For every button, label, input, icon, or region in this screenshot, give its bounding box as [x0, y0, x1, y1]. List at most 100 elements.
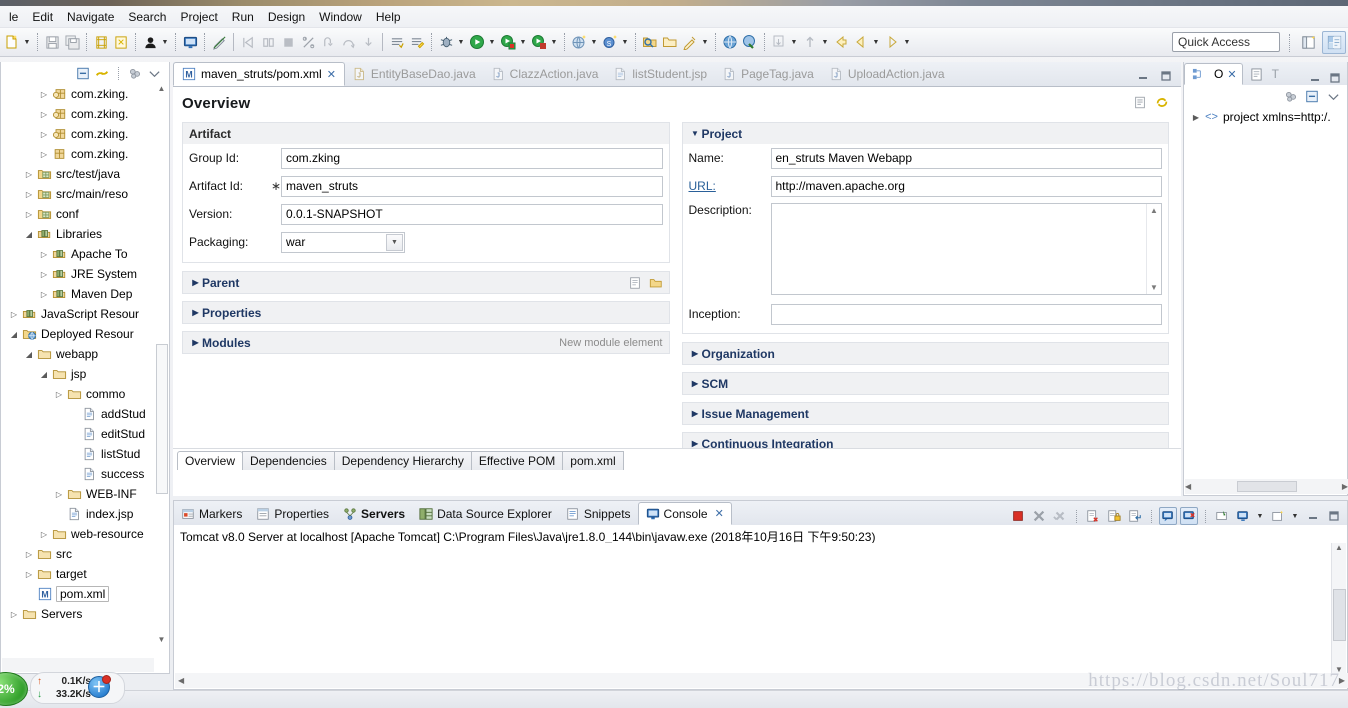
user-dropdown-icon[interactable]: ▼	[160, 33, 170, 51]
new-web-project-icon[interactable]	[570, 33, 588, 51]
build-icon[interactable]	[112, 33, 130, 51]
section-header-parent[interactable]: ▶ Parent	[183, 272, 669, 293]
tree-item[interactable]: ▷ commo	[1, 384, 169, 404]
scrollbar-thumb[interactable]	[1332, 589, 1346, 641]
page-tab-effective-pom[interactable]: Effective POM	[470, 451, 564, 470]
step-return-icon[interactable]	[319, 33, 337, 51]
menu-item-run[interactable]: Run	[225, 7, 261, 27]
maximize-icon[interactable]	[1325, 507, 1343, 525]
close-icon[interactable]: ✕	[327, 68, 336, 81]
project-url-link[interactable]: URL:	[689, 179, 771, 193]
chevron-right-icon[interactable]: ▷	[37, 264, 51, 284]
run-as-web-icon[interactable]	[530, 33, 548, 51]
skip-breakpoints-icon[interactable]	[299, 33, 317, 51]
chevron-down-icon[interactable]: ▼	[689, 129, 702, 138]
menu-item-le[interactable]: le	[2, 7, 25, 27]
outline-row[interactable]: ▶ <> project xmlns=http:/.	[1184, 107, 1347, 127]
step-into-icon[interactable]	[359, 33, 377, 51]
step-over-icon[interactable]	[339, 33, 357, 51]
chevron-right-icon[interactable]: ▶	[689, 409, 702, 418]
tree-item[interactable]: Mpom.xml	[1, 584, 169, 604]
menu-item-design[interactable]: Design	[261, 7, 312, 27]
display-console-dropdown-icon[interactable]: ▼	[1255, 507, 1265, 525]
chevron-right-icon[interactable]: ▷	[37, 244, 51, 264]
minimize-icon[interactable]	[1304, 507, 1322, 525]
tree-item[interactable]: ▷ src	[1, 544, 169, 564]
coverage-icon[interactable]	[388, 33, 406, 51]
chevron-right-icon[interactable]: ▶	[689, 379, 702, 388]
console-tab-markers[interactable]: Markers	[174, 502, 249, 525]
menu-item-search[interactable]: Search	[121, 7, 173, 27]
tree-item[interactable]: ◢ jsp	[1, 364, 169, 384]
editor-tab-liststudent.jsp[interactable]: listStudent.jsp	[606, 62, 715, 86]
maximize-icon[interactable]	[1159, 69, 1173, 83]
console-vscrollbar[interactable]: ▲ ▼	[1331, 543, 1346, 674]
project-description-textarea[interactable]: ▲ ▼	[770, 203, 1162, 295]
user-icon[interactable]	[141, 33, 159, 51]
page-tab-pom-xml[interactable]: pom.xml	[562, 451, 624, 470]
view-menu-icon[interactable]	[1326, 89, 1340, 103]
network-percent-badge[interactable]: 2%	[0, 672, 28, 706]
run-as-server-icon[interactable]	[499, 33, 517, 51]
new-java-class-dropdown-icon[interactable]: ▼	[620, 33, 630, 51]
remove-launch-icon[interactable]	[1030, 507, 1048, 525]
console-tab-snippets[interactable]: Snippets	[559, 502, 638, 525]
run-dropdown-icon[interactable]: ▼	[487, 33, 497, 51]
profile-icon[interactable]	[408, 33, 426, 51]
show-console-on-error-icon[interactable]	[1180, 507, 1198, 525]
external-tools-icon[interactable]	[741, 33, 759, 51]
pause-icon[interactable]	[259, 33, 277, 51]
editor-tab-entitybasedao.java[interactable]: J EntityBaseDao.java	[345, 62, 484, 86]
artifact-field-input[interactable]	[281, 147, 663, 169]
scroll-up-icon[interactable]: ▲	[1335, 543, 1343, 552]
description-scrollbar[interactable]: ▲ ▼	[1146, 204, 1161, 294]
console-tab-console[interactable]: Console ✕	[637, 502, 732, 525]
show-advanced-tabs-icon[interactable]	[1133, 95, 1147, 109]
globe-icon[interactable]	[721, 33, 739, 51]
chevron-right-icon[interactable]: ▷	[22, 544, 36, 564]
view-menu-icon[interactable]	[147, 66, 161, 80]
tree-item[interactable]: ▷ JRE System	[1, 264, 169, 284]
network-add-button[interactable]: ＋	[88, 675, 111, 698]
tree-item[interactable]: ▷ conf	[1, 204, 169, 224]
minimize-icon[interactable]	[1308, 71, 1322, 85]
save-all-icon[interactable]	[63, 33, 81, 51]
chevron-right-icon[interactable]: ▷	[7, 304, 21, 324]
tab-properties[interactable]: T	[1243, 63, 1284, 85]
open-console-dropdown-icon[interactable]: ▼	[1290, 507, 1300, 525]
chevron-right-icon[interactable]: ▷	[37, 84, 51, 104]
tree-item[interactable]: ▷ target	[1, 564, 169, 584]
console-tab-data-source-explorer[interactable]: Data Source Explorer	[412, 502, 559, 525]
editor-tab-uploadaction.java[interactable]: J UploadAction.java	[822, 62, 953, 86]
remove-all-launches-icon[interactable]	[1051, 507, 1069, 525]
tree-item[interactable]: ◢ Libraries	[1, 224, 169, 244]
word-wrap-icon[interactable]	[1126, 507, 1144, 525]
tree-item[interactable]: success	[1, 464, 169, 484]
scroll-lock-icon[interactable]	[1105, 507, 1123, 525]
search-icon[interactable]	[681, 33, 699, 51]
section-header-modules[interactable]: ▶ Modules New module element	[183, 332, 669, 353]
new-wizard-icon[interactable]	[3, 33, 21, 51]
chevron-right-icon[interactable]: ▶	[189, 278, 202, 287]
chevron-right-icon[interactable]: ▷	[22, 164, 36, 184]
select-parent-icon[interactable]	[649, 276, 663, 290]
network-monitor-widget[interactable]: ↑ 0.1K/s ↓ 33.2K/s 2% ＋	[0, 668, 140, 708]
tree-item[interactable]: ▷ Servers	[1, 604, 169, 624]
open-resource-icon[interactable]	[661, 33, 679, 51]
tab-outline[interactable]: O ✕	[1184, 63, 1243, 85]
console-hscrollbar[interactable]: ◀ ▶	[175, 673, 1348, 688]
refresh-icon[interactable]	[1155, 95, 1169, 109]
terminate-icon[interactable]	[1009, 507, 1027, 525]
open-type-icon[interactable]	[641, 33, 659, 51]
up-arrow-dropdown-icon[interactable]: ▼	[820, 33, 830, 51]
chevron-right-icon[interactable]: ▶	[689, 439, 702, 448]
scroll-down-icon[interactable]: ▼	[1150, 281, 1158, 294]
chevron-down-icon[interactable]: ◢	[22, 224, 36, 244]
marker-dropdown-icon[interactable]: ▼	[789, 33, 799, 51]
tree-item[interactable]: ▷ Maven Dep	[1, 284, 169, 304]
save-icon[interactable]	[43, 33, 61, 51]
menu-item-edit[interactable]: Edit	[25, 7, 60, 27]
marker-icon[interactable]	[770, 33, 788, 51]
debug-dropdown-icon[interactable]: ▼	[456, 33, 466, 51]
console-view-icon[interactable]	[181, 33, 199, 51]
